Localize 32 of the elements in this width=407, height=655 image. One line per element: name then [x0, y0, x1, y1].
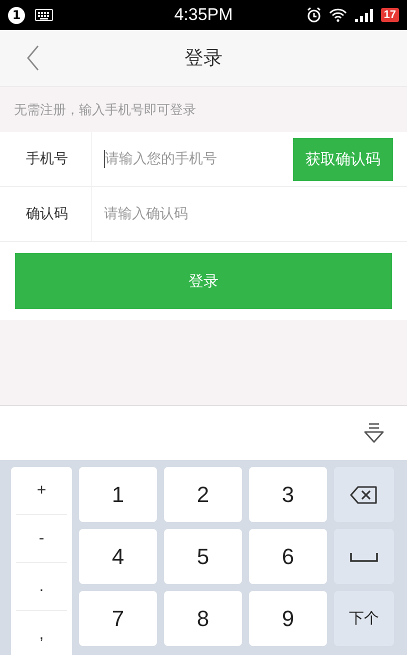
alarm-clock-icon: [306, 7, 322, 23]
digit-key[interactable]: 9: [249, 591, 327, 646]
digit-key[interactable]: 2: [164, 467, 242, 522]
collapse-keyboard-icon: [363, 422, 385, 444]
space-key[interactable]: [334, 529, 394, 584]
field-label: 手机号: [0, 132, 92, 186]
status-time: 4:35PM: [174, 5, 233, 25]
backspace-icon: [350, 486, 378, 504]
battery-level: 17: [380, 8, 399, 22]
digit-key[interactable]: 7: [79, 591, 157, 646]
symbol-key[interactable]: .: [16, 563, 67, 611]
digit-key[interactable]: 8: [164, 591, 242, 646]
chevron-left-icon: [26, 45, 40, 71]
backspace-key[interactable]: [334, 467, 394, 522]
digit-key[interactable]: 1: [79, 467, 157, 522]
signal-icon: [354, 8, 374, 22]
notification-count: 1: [8, 6, 25, 24]
next-key[interactable]: 下个: [334, 591, 394, 646]
digit-key[interactable]: 5: [164, 529, 242, 584]
symbol-key[interactable]: +: [16, 467, 67, 515]
symbol-key[interactable]: -: [16, 515, 67, 563]
hint-text: 无需注册，输入手机号即可登录: [14, 102, 196, 118]
digit-key[interactable]: 6: [249, 529, 327, 584]
symbol-key[interactable]: ,: [16, 611, 67, 655]
digit-key[interactable]: 3: [249, 467, 327, 522]
field-label: 确认码: [0, 187, 92, 241]
keyboard-icon: [35, 9, 53, 21]
digit-key[interactable]: 4: [79, 529, 157, 584]
page-title: 登录: [184, 46, 222, 71]
space-bar-icon: [350, 552, 378, 562]
hide-keyboard-button[interactable]: [363, 422, 385, 444]
wifi-icon: [328, 8, 347, 22]
